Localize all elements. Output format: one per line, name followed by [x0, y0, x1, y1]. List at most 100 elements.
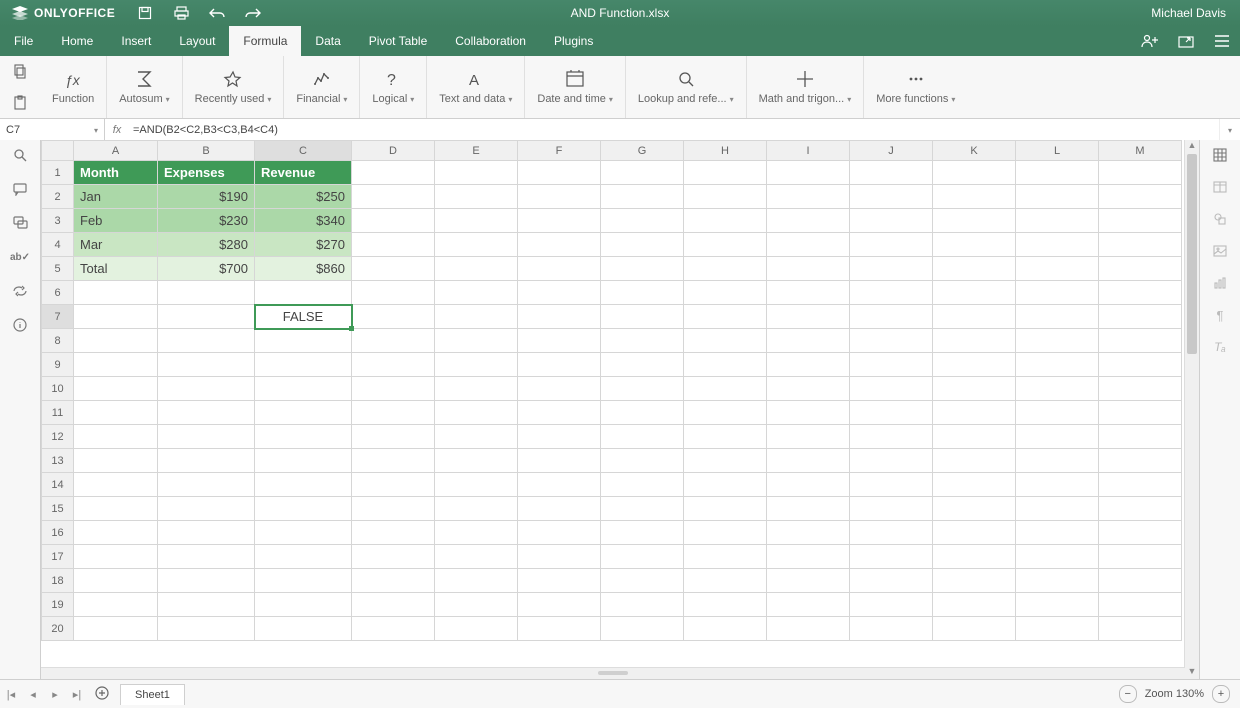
cell-A14[interactable] — [74, 473, 158, 497]
cell-I15[interactable] — [767, 497, 850, 521]
cell-M18[interactable] — [1099, 569, 1182, 593]
cell-I6[interactable] — [767, 281, 850, 305]
ribbon-datetime[interactable]: Date and time▾ — [525, 56, 626, 118]
cell-B12[interactable] — [158, 425, 255, 449]
cell-H13[interactable] — [684, 449, 767, 473]
cell-K7[interactable] — [933, 305, 1016, 329]
cell-J3[interactable] — [850, 209, 933, 233]
zoom-in-button[interactable]: + — [1212, 685, 1230, 703]
cell-F9[interactable] — [518, 353, 601, 377]
cell-I1[interactable] — [767, 161, 850, 185]
cell-B18[interactable] — [158, 569, 255, 593]
cell-H6[interactable] — [684, 281, 767, 305]
cell-A16[interactable] — [74, 521, 158, 545]
share-button[interactable] — [1132, 34, 1168, 48]
cell-H12[interactable] — [684, 425, 767, 449]
cell-L17[interactable] — [1016, 545, 1099, 569]
cell-I11[interactable] — [767, 401, 850, 425]
cell-G8[interactable] — [601, 329, 684, 353]
cell-H20[interactable] — [684, 617, 767, 641]
name-box[interactable]: C7 ▾ — [0, 119, 105, 141]
cell-I14[interactable] — [767, 473, 850, 497]
cell-B7[interactable] — [158, 305, 255, 329]
cell-D17[interactable] — [352, 545, 435, 569]
cell-H10[interactable] — [684, 377, 767, 401]
cell-F7[interactable] — [518, 305, 601, 329]
cell-H18[interactable] — [684, 569, 767, 593]
cell-C15[interactable] — [255, 497, 352, 521]
cell-H5[interactable] — [684, 257, 767, 281]
row-header-10[interactable]: 10 — [42, 377, 74, 401]
cell-C4[interactable]: $270 — [255, 233, 352, 257]
cell-B11[interactable] — [158, 401, 255, 425]
cell-D12[interactable] — [352, 425, 435, 449]
cell-D14[interactable] — [352, 473, 435, 497]
row-header-9[interactable]: 9 — [42, 353, 74, 377]
cell-J5[interactable] — [850, 257, 933, 281]
cell-G10[interactable] — [601, 377, 684, 401]
ribbon-financial[interactable]: Financial▾ — [284, 56, 360, 118]
cell-J18[interactable] — [850, 569, 933, 593]
cell-K9[interactable] — [933, 353, 1016, 377]
col-header-F[interactable]: F — [518, 141, 601, 161]
cell-E6[interactable] — [435, 281, 518, 305]
cell-E9[interactable] — [435, 353, 518, 377]
cell-L20[interactable] — [1016, 617, 1099, 641]
cell-F4[interactable] — [518, 233, 601, 257]
ribbon-lookup[interactable]: Lookup and refe...▾ — [626, 56, 747, 118]
formula-input[interactable]: =AND(B2<C2,B3<C3,B4<C4) — [129, 124, 1219, 136]
cell-E2[interactable] — [435, 185, 518, 209]
cell-K12[interactable] — [933, 425, 1016, 449]
cell-L7[interactable] — [1016, 305, 1099, 329]
ribbon-more[interactable]: More functions▾ — [864, 56, 967, 118]
cell-C17[interactable] — [255, 545, 352, 569]
row-header-5[interactable]: 5 — [42, 257, 74, 281]
cell-J14[interactable] — [850, 473, 933, 497]
cell-H4[interactable] — [684, 233, 767, 257]
cell-G18[interactable] — [601, 569, 684, 593]
cell-G13[interactable] — [601, 449, 684, 473]
cell-F1[interactable] — [518, 161, 601, 185]
cell-H8[interactable] — [684, 329, 767, 353]
cell-G11[interactable] — [601, 401, 684, 425]
cell-B17[interactable] — [158, 545, 255, 569]
cell-C10[interactable] — [255, 377, 352, 401]
cell-B14[interactable] — [158, 473, 255, 497]
menu-home[interactable]: Home — [47, 26, 107, 56]
cell-E10[interactable] — [435, 377, 518, 401]
cell-settings-button[interactable] — [1208, 146, 1232, 164]
cell-K8[interactable] — [933, 329, 1016, 353]
cell-M9[interactable] — [1099, 353, 1182, 377]
cell-F8[interactable] — [518, 329, 601, 353]
cell-L1[interactable] — [1016, 161, 1099, 185]
cell-L6[interactable] — [1016, 281, 1099, 305]
paste-button[interactable] — [12, 95, 28, 111]
cell-F16[interactable] — [518, 521, 601, 545]
menu-insert[interactable]: Insert — [107, 26, 165, 56]
cell-A19[interactable] — [74, 593, 158, 617]
menu-file[interactable]: File — [0, 26, 47, 56]
cell-K1[interactable] — [933, 161, 1016, 185]
cell-J10[interactable] — [850, 377, 933, 401]
spellcheck-button[interactable]: ab✓ — [8, 248, 32, 266]
cell-I20[interactable] — [767, 617, 850, 641]
cell-K3[interactable] — [933, 209, 1016, 233]
cell-E15[interactable] — [435, 497, 518, 521]
cell-G15[interactable] — [601, 497, 684, 521]
cell-C14[interactable] — [255, 473, 352, 497]
cell-J11[interactable] — [850, 401, 933, 425]
image-settings-button[interactable] — [1208, 242, 1232, 260]
cell-J1[interactable] — [850, 161, 933, 185]
cell-A17[interactable] — [74, 545, 158, 569]
hscroll-grip[interactable] — [598, 671, 628, 675]
menu-pivot-table[interactable]: Pivot Table — [355, 26, 441, 56]
cell-L16[interactable] — [1016, 521, 1099, 545]
cell-F20[interactable] — [518, 617, 601, 641]
cell-J15[interactable] — [850, 497, 933, 521]
row-header-11[interactable]: 11 — [42, 401, 74, 425]
cell-J20[interactable] — [850, 617, 933, 641]
cell-I19[interactable] — [767, 593, 850, 617]
col-header-A[interactable]: A — [74, 141, 158, 161]
row-header-18[interactable]: 18 — [42, 569, 74, 593]
row-header-3[interactable]: 3 — [42, 209, 74, 233]
